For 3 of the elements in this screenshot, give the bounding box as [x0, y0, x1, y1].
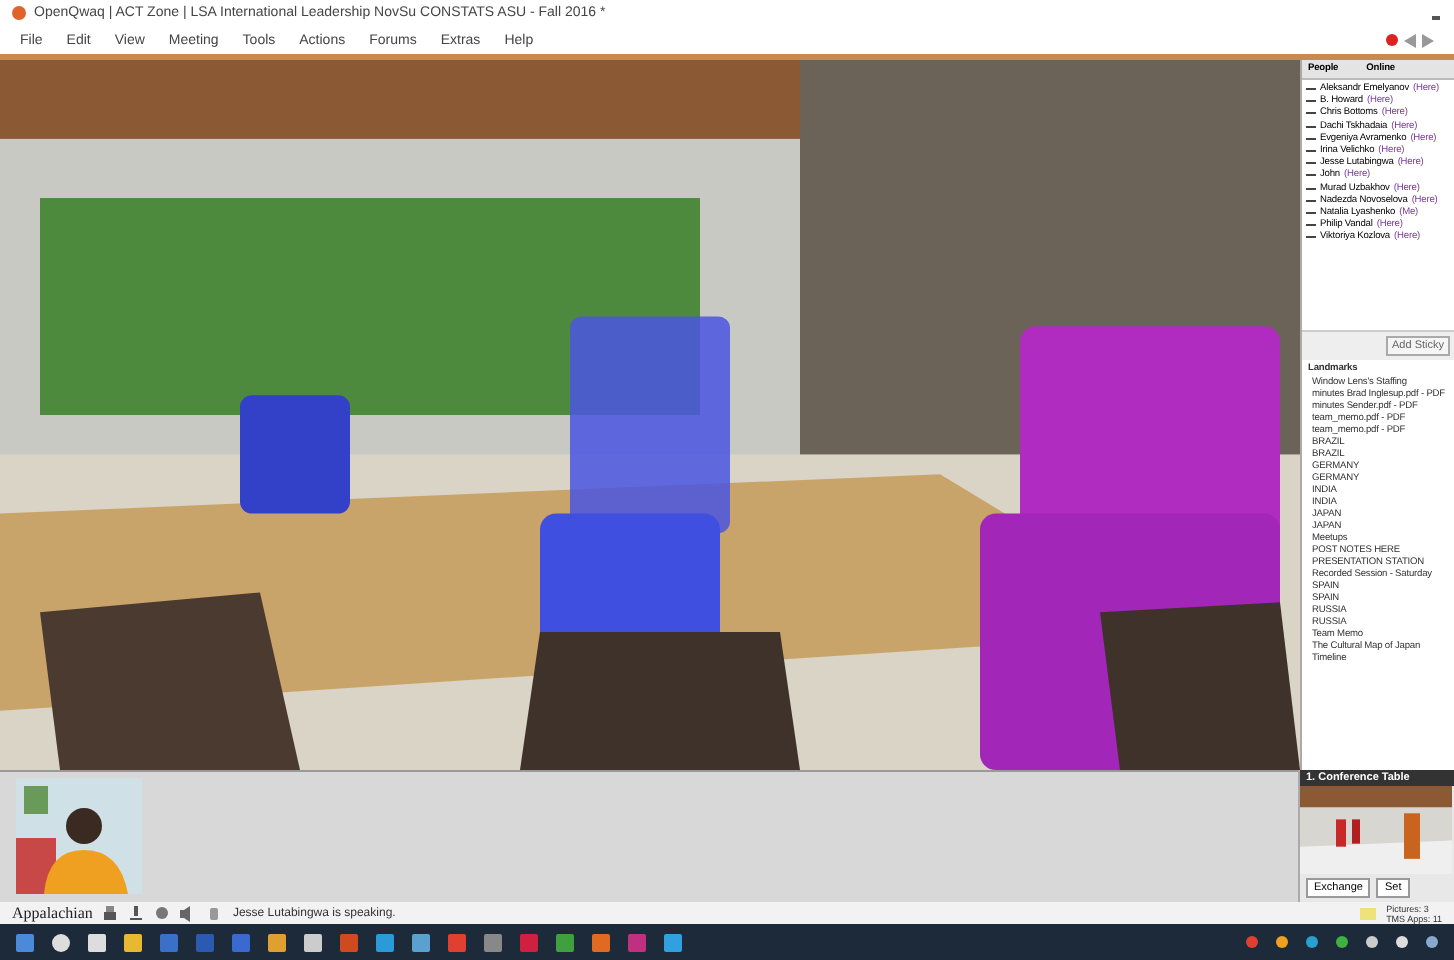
printer-icon[interactable]: [102, 905, 119, 921]
university-logo: Appalachian: [12, 904, 93, 922]
microphone-icon[interactable]: [128, 905, 145, 921]
